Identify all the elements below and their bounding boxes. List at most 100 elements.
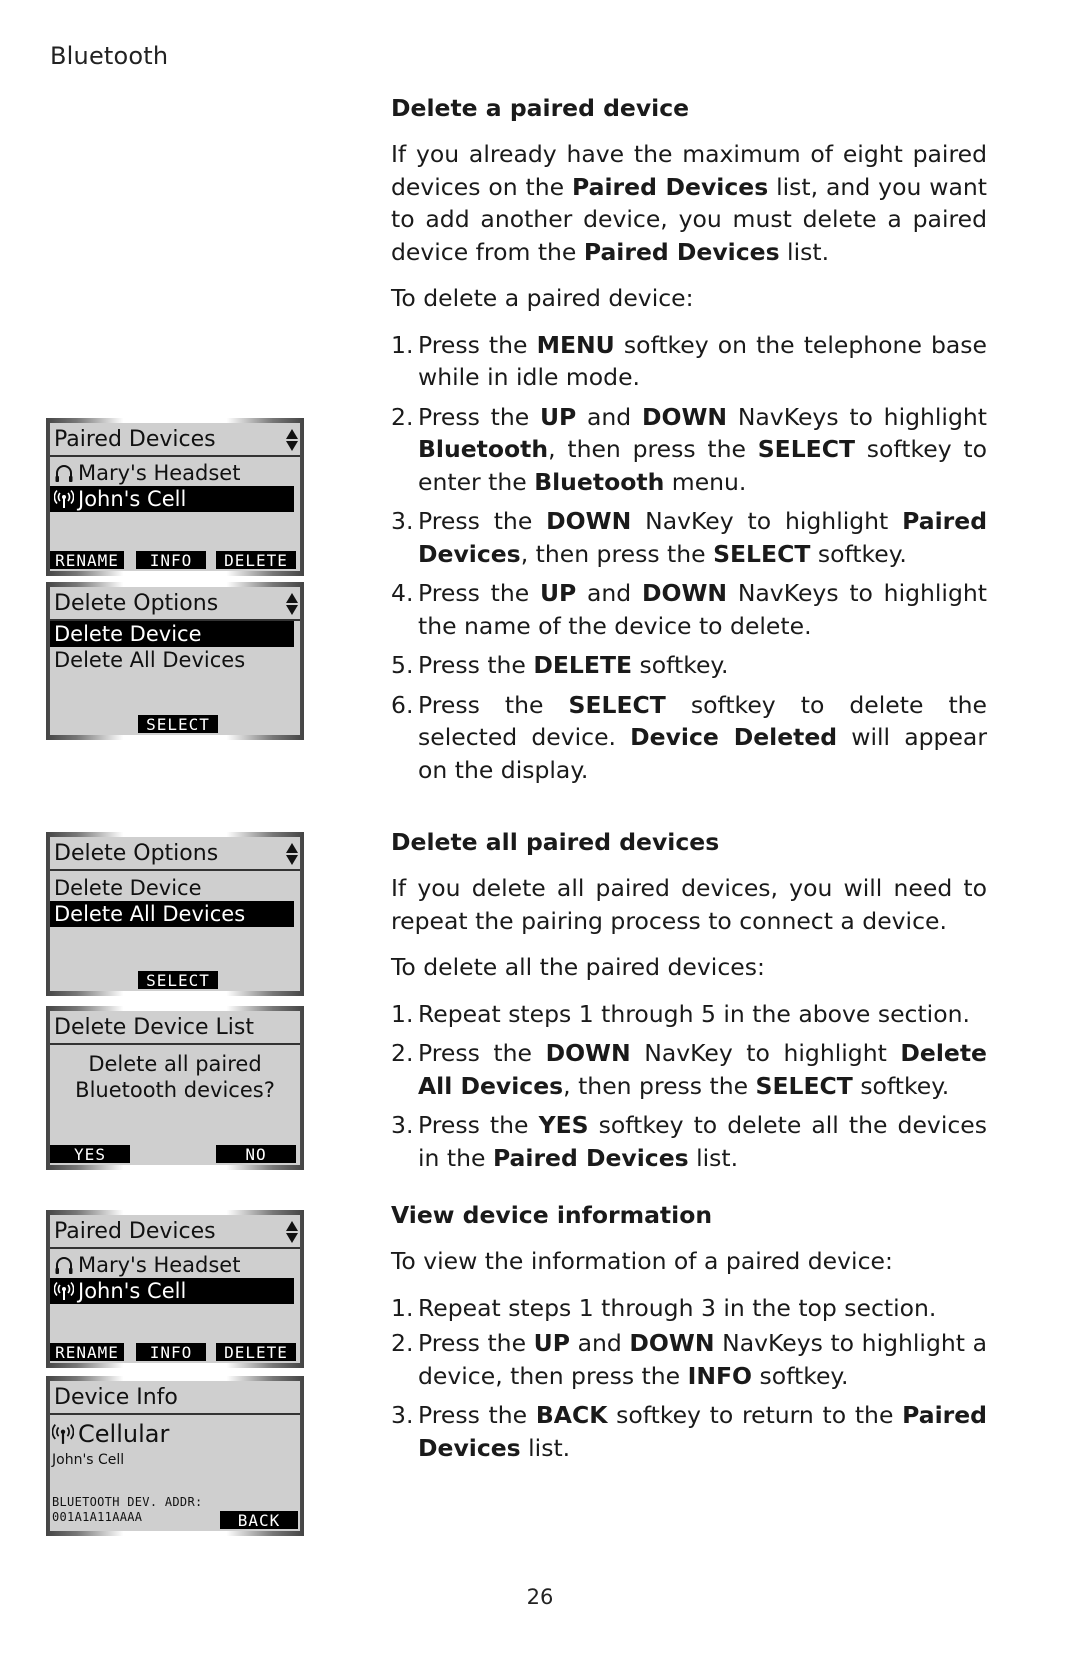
- up-down-arrow-icon: [286, 593, 298, 615]
- step-text: Repeat steps 1 through 3 in the top sect…: [418, 1293, 937, 1322]
- step-item: 4. Press the UP and DOWN NavKeys to highl…: [391, 579, 987, 640]
- section-heading: View device information: [391, 1201, 713, 1229]
- section-view-device-information: View device information To view the info…: [391, 1199, 987, 1464]
- lcd-delete-options-all: Delete Options Delete Device Delete All …: [46, 832, 304, 996]
- lcd-message-line: Bluetooth devices?: [75, 1078, 275, 1102]
- softkey-select[interactable]: SELECT: [138, 715, 218, 734]
- softkey-rename[interactable]: RENAME: [50, 1343, 124, 1362]
- step-text: Press the DELETE softkey.: [418, 651, 729, 679]
- lcd-item-text: Delete All Devices: [54, 902, 246, 926]
- lcd-device-info: Device Info Cellular John's Cell BLUETOO…: [46, 1376, 304, 1536]
- softkey-info[interactable]: INFO: [136, 1343, 206, 1362]
- step-item: 2. Press the UP and DOWN NavKeys to highl…: [391, 402, 987, 496]
- lcd-title-text: Paired Devices: [54, 1219, 216, 1244]
- softkey-back[interactable]: BACK: [220, 1511, 298, 1530]
- step-item: 2. Press the UP and DOWN NavKeys to highl…: [391, 1329, 988, 1390]
- lcd-title-text: Delete Device List: [54, 1015, 254, 1040]
- lcd-list-item-selected: Delete All Devices: [50, 901, 294, 927]
- device-type: Cellular: [50, 1417, 300, 1451]
- headset-icon: [55, 465, 73, 482]
- steps-list: 1. Repeat steps 1 through 5 in the above …: [391, 998, 987, 1175]
- lcd-title: Delete Options: [50, 837, 300, 871]
- device-name: John's Cell: [52, 1452, 125, 1468]
- lcd-list-item: Mary's Headset: [50, 1252, 300, 1278]
- step-item: 2. Press the DOWN NavKey to highlight Del…: [391, 1039, 987, 1100]
- lcd-list-item-selected: John's Cell: [50, 1278, 294, 1304]
- section-lead: To view the information of a paired devi…: [391, 1247, 893, 1275]
- headset-icon: [55, 1257, 73, 1274]
- lcd-list-item-selected: John's Cell: [50, 486, 294, 512]
- up-down-arrow-icon: [286, 429, 298, 451]
- lcd-paired-devices: Paired Devices Mary's Headset John's Cel…: [46, 1210, 304, 1368]
- running-head: Bluetooth: [50, 42, 169, 70]
- lcd-title: Paired Devices: [50, 1215, 300, 1249]
- lcd-title-text: Device Info: [54, 1385, 178, 1410]
- step-text: Press the SELECT softkey to delete the s…: [418, 690, 988, 784]
- step-item: 1. Repeat steps 1 through 3 in the top se…: [391, 1293, 937, 1322]
- step-text: Press the BACK softkey to return to the …: [418, 1401, 987, 1462]
- step-text: Press the DOWN NavKey to highlight Paire…: [418, 507, 988, 568]
- lcd-delete-confirm: Delete Device List Delete all paired Blu…: [46, 1006, 304, 1170]
- lcd-list-item: Delete Device: [50, 875, 300, 901]
- softkey-bar: BACK: [50, 1509, 300, 1530]
- step-item: 6. Press the SELECT softkey to delete the…: [391, 690, 988, 784]
- step-text: Press the YES softkey to delete all the …: [418, 1111, 987, 1172]
- section-delete-all-paired-devices: Delete all paired devices If you delete …: [391, 826, 987, 1174]
- lcd-item-text: Delete All Devices: [54, 648, 246, 672]
- page-number: 26: [526, 1585, 554, 1609]
- step-item: 5. Press the DELETE softkey.: [391, 651, 729, 679]
- cellular-icon: [52, 1424, 74, 1444]
- softkey-yes[interactable]: YES: [50, 1145, 130, 1164]
- step-item: 3. Press the BACK softkey to return to th…: [391, 1401, 987, 1462]
- lcd-message: Delete all paired Bluetooth devices?: [50, 1045, 300, 1103]
- cellular-icon: [54, 1281, 74, 1300]
- softkey-rename[interactable]: RENAME: [50, 551, 124, 570]
- section-lead: To delete all the paired devices:: [391, 953, 765, 981]
- up-down-arrow-icon: [286, 1221, 298, 1243]
- lcd-title: Delete Options: [50, 587, 300, 621]
- lcd-title: Paired Devices: [50, 423, 300, 457]
- lcd-list-item: Mary's Headset: [50, 460, 300, 486]
- section-heading: Delete all paired devices: [391, 828, 720, 856]
- lcd-item-text: John's Cell: [78, 1279, 187, 1303]
- lcd-item-text: Mary's Headset: [78, 1253, 241, 1277]
- step-text: Press the DOWN NavKey to highlight Delet…: [418, 1039, 987, 1100]
- step-text: Repeat steps 1 through 5 in the above se…: [418, 999, 970, 1028]
- lcd-list-item-selected: Delete Device: [50, 621, 294, 647]
- section-intro: If you delete all paired devices, you wi…: [391, 874, 987, 935]
- section-heading: Delete a paired device: [391, 94, 690, 122]
- softkey-no[interactable]: NO: [216, 1145, 296, 1164]
- softkey-bar: RENAME INFO DELETE: [50, 1341, 300, 1362]
- softkey-bar: SELECT: [50, 713, 300, 734]
- lcd-item-text: Delete Device: [54, 622, 202, 646]
- lcd-title-text: Delete Options: [54, 841, 219, 866]
- steps-list: 1. Press the MENU softkey on the telephon…: [391, 329, 987, 787]
- lcd-title: Device Info: [50, 1381, 300, 1415]
- lcd-title-text: Paired Devices: [54, 427, 216, 452]
- softkey-bar: YES NO: [50, 1143, 300, 1164]
- softkey-delete[interactable]: DELETE: [216, 1343, 296, 1362]
- softkey-bar: RENAME INFO DELETE: [50, 549, 300, 570]
- step-text: Press the UP and DOWN NavKeys to highlig…: [418, 579, 987, 640]
- softkey-select[interactable]: SELECT: [138, 971, 218, 990]
- step-item: 3. Press the DOWN NavKey to highlight Pai…: [391, 507, 988, 568]
- cellular-icon: [54, 489, 74, 508]
- step-item: 1. Repeat steps 1 through 5 in the above …: [391, 999, 970, 1028]
- step-text: Press the UP and DOWN NavKeys to highlig…: [418, 402, 987, 496]
- lcd-item-text: Delete Device: [54, 876, 202, 900]
- lcd-paired-devices: Paired Devices Mary's Headset John's Cel…: [46, 418, 304, 576]
- softkey-info[interactable]: INFO: [136, 551, 206, 570]
- lcd-title: Delete Device List: [50, 1011, 300, 1045]
- step-item: 3. Press the YES softkey to delete all th…: [391, 1111, 987, 1172]
- lcd-message-line: Delete all paired: [88, 1052, 262, 1076]
- softkey-bar: SELECT: [50, 969, 300, 990]
- step-text: Press the UP and DOWN NavKeys to highlig…: [418, 1329, 988, 1390]
- step-item: 1. Press the MENU softkey on the telephon…: [391, 330, 987, 392]
- step-text: Press the MENU softkey on the telephone …: [418, 330, 987, 392]
- steps-list: 1. Repeat steps 1 through 3 in the top se…: [391, 1292, 987, 1465]
- section-intro: If you already have the maximum of eight…: [391, 140, 987, 266]
- lcd-list-item: Delete All Devices: [50, 647, 300, 673]
- section-lead: To delete a paired device:: [391, 284, 694, 312]
- softkey-delete[interactable]: DELETE: [216, 551, 296, 570]
- lcd-title-text: Delete Options: [54, 591, 219, 616]
